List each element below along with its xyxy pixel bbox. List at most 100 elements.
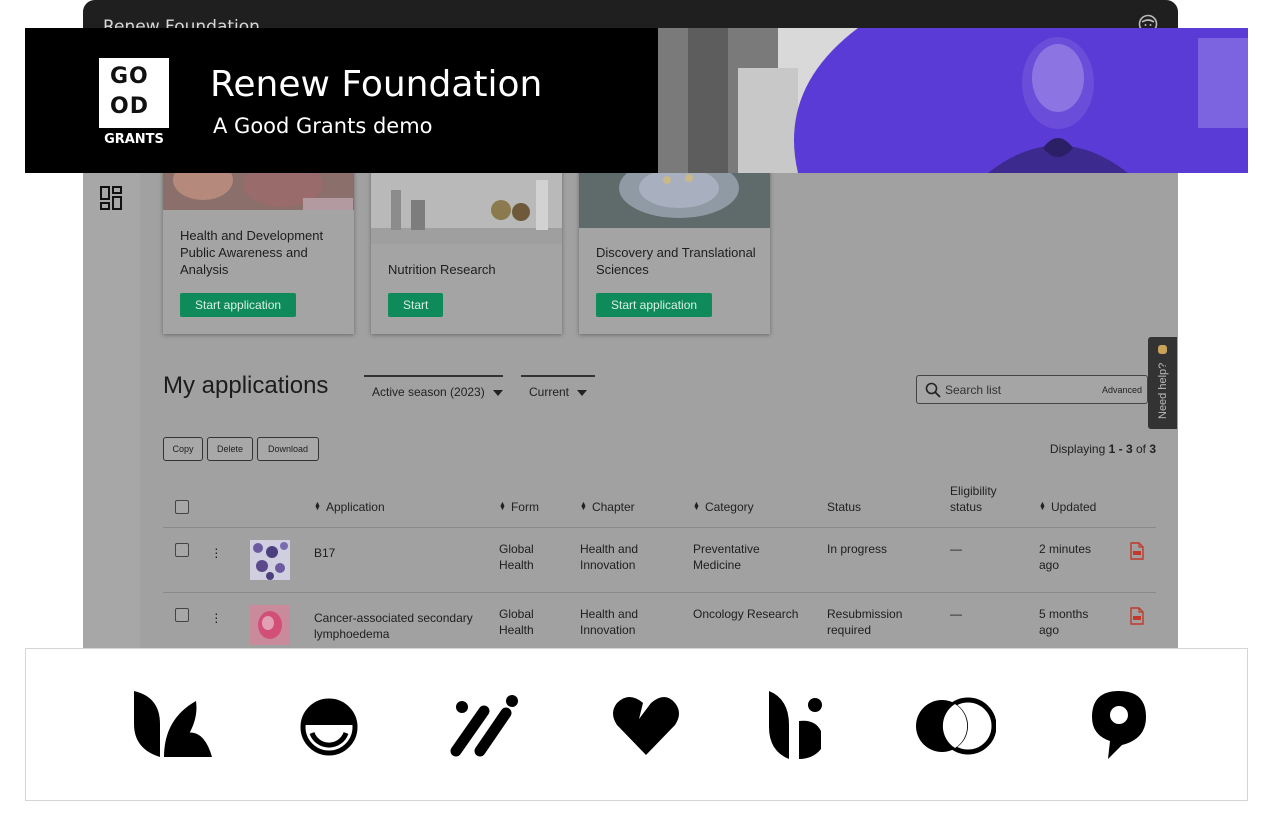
chevron-down-icon xyxy=(492,389,503,396)
chevron-down-icon xyxy=(577,389,588,396)
category-cell: Preventative Medicine xyxy=(693,541,760,573)
column-label: Chapter xyxy=(591,500,635,514)
cell-text: Innovation xyxy=(580,623,636,637)
chapter-cell: Health and Innovation xyxy=(580,606,638,638)
column-chapter[interactable]: ▲ ▼ Chapter xyxy=(580,499,635,515)
card-image xyxy=(579,170,770,228)
delete-button[interactable]: Delete xyxy=(207,437,253,461)
advanced-search-link[interactable]: Advanced xyxy=(1102,385,1142,395)
column-label: Application xyxy=(325,500,385,514)
column-application[interactable]: ▲ ▼ Application xyxy=(314,499,385,515)
column-label: Eligibility xyxy=(950,484,997,498)
leaf-k-logo xyxy=(134,691,212,757)
form-card-nutrition: Nutrition Research Start xyxy=(371,170,562,334)
screenshot: Renew Foundation Health and Development … xyxy=(0,0,1272,813)
need-help-tab[interactable]: Need help? xyxy=(1148,337,1177,429)
cell-text: ago xyxy=(1039,623,1060,637)
partner-logo-strip xyxy=(25,648,1248,801)
more-options-icon[interactable]: · · · xyxy=(214,541,219,563)
need-help-label: Need help? xyxy=(1157,362,1169,419)
logo-text: OD xyxy=(110,94,149,119)
column-eligibility: Eligibility status xyxy=(950,483,997,515)
status-cell: In progress xyxy=(827,541,887,557)
smile-circle-logo xyxy=(300,698,358,756)
cell-text: Innovation xyxy=(580,558,636,572)
card-image xyxy=(163,170,354,210)
logo-text: GO xyxy=(110,64,149,89)
sort-icon: ▲ ▼ xyxy=(314,501,321,512)
pdf-icon[interactable] xyxy=(1129,607,1145,625)
application-name[interactable]: Cancer-associated secondary lymphoedema xyxy=(314,610,473,642)
row-checkbox[interactable] xyxy=(175,543,189,557)
sort-icon: ▲ ▼ xyxy=(499,501,506,512)
season-filter[interactable]: Active season (2023) xyxy=(364,375,503,405)
banner-title: Renew Foundation xyxy=(210,64,543,105)
start-button[interactable]: Start xyxy=(388,293,444,317)
row-checkbox[interactable] xyxy=(175,608,189,622)
eligibility-cell: — xyxy=(950,607,962,621)
copy-button[interactable]: Copy xyxy=(163,437,203,461)
cell-text: 5 months xyxy=(1039,607,1089,621)
status-filter-label: Current xyxy=(529,385,570,399)
overlapping-circles-logo xyxy=(916,697,996,755)
updated-cell: 2 minutes ago xyxy=(1039,541,1091,573)
row-divider xyxy=(163,592,1156,593)
cell-text: ago xyxy=(1039,558,1060,572)
cell-text: Health xyxy=(499,623,534,637)
pin-nine-logo xyxy=(1092,691,1146,759)
header-banner: GO OD GRANTS Renew Foundation A Good Gra… xyxy=(25,28,1248,173)
heart-logo xyxy=(613,697,679,755)
start-application-button[interactable]: Start application xyxy=(180,293,297,317)
cell-text: Medicine xyxy=(693,558,742,572)
displaying-count: Displaying 1 - 3 of 3 xyxy=(1050,442,1156,456)
cell-text: lymphoedema xyxy=(314,627,390,641)
cell-text: 2 minutes xyxy=(1039,542,1092,556)
download-button[interactable]: Download xyxy=(257,437,319,461)
sprout-logo xyxy=(769,691,822,759)
displaying-range: 1 - 3 xyxy=(1108,442,1133,456)
column-label: Category xyxy=(704,500,754,514)
logo-caption: GRANTS xyxy=(104,132,164,147)
good-grants-logo: GO OD GRANTS xyxy=(99,58,169,148)
form-cell: Global Health xyxy=(499,606,534,638)
cell-text: Global xyxy=(499,607,534,621)
banner-photo xyxy=(658,28,1248,173)
column-label: Updated xyxy=(1050,500,1097,514)
form-cell: Global Health xyxy=(499,541,534,573)
search-icon xyxy=(925,382,941,398)
chapter-cell: Health and Innovation xyxy=(580,541,638,573)
cell-text: Global xyxy=(499,542,534,556)
displaying-prefix: Displaying xyxy=(1049,442,1109,456)
form-card-discovery: Discovery and Translational Sciences Sta… xyxy=(579,170,770,334)
more-options-icon[interactable]: · · · xyxy=(214,606,219,628)
application-thumbnail xyxy=(250,605,290,645)
banner-subtitle: A Good Grants demo xyxy=(213,114,433,138)
cell-text: Oncology Research xyxy=(693,607,799,621)
column-category[interactable]: ▲ ▼ Category xyxy=(693,499,754,515)
sort-icon: ▲ ▼ xyxy=(580,501,587,512)
form-card-health: Health and Development Public Awareness … xyxy=(163,170,354,334)
cell-text: Preventative xyxy=(693,542,760,556)
column-updated[interactable]: ▲ ▼ Updated xyxy=(1039,499,1096,515)
start-application-button[interactable]: Start application xyxy=(596,293,713,317)
page-title: My applications xyxy=(163,372,329,399)
updated-cell: 5 months ago xyxy=(1039,606,1088,638)
eligibility-cell: — xyxy=(950,542,962,556)
column-label: Status xyxy=(827,500,862,514)
displaying-total: 3 xyxy=(1149,442,1156,456)
search-placeholder: Search list xyxy=(945,383,1002,397)
logo-box: GO OD xyxy=(99,58,169,128)
application-name[interactable]: B17 xyxy=(314,545,335,561)
status-cell: Resubmission required xyxy=(827,606,902,638)
search-input[interactable]: Search list Advanced xyxy=(916,375,1148,404)
cell-text: Cancer-associated secondary xyxy=(314,611,473,625)
column-label: status xyxy=(950,500,983,514)
dashboard-icon[interactable] xyxy=(100,186,122,210)
column-form[interactable]: ▲ ▼ Form xyxy=(499,499,539,515)
status-filter[interactable]: Current xyxy=(521,375,595,405)
application-thumbnail xyxy=(250,540,290,580)
select-all-checkbox[interactable] xyxy=(175,500,189,514)
pdf-icon[interactable] xyxy=(1129,542,1145,560)
sort-icon: ▲ ▼ xyxy=(693,501,700,512)
hand-icon xyxy=(1158,345,1167,354)
